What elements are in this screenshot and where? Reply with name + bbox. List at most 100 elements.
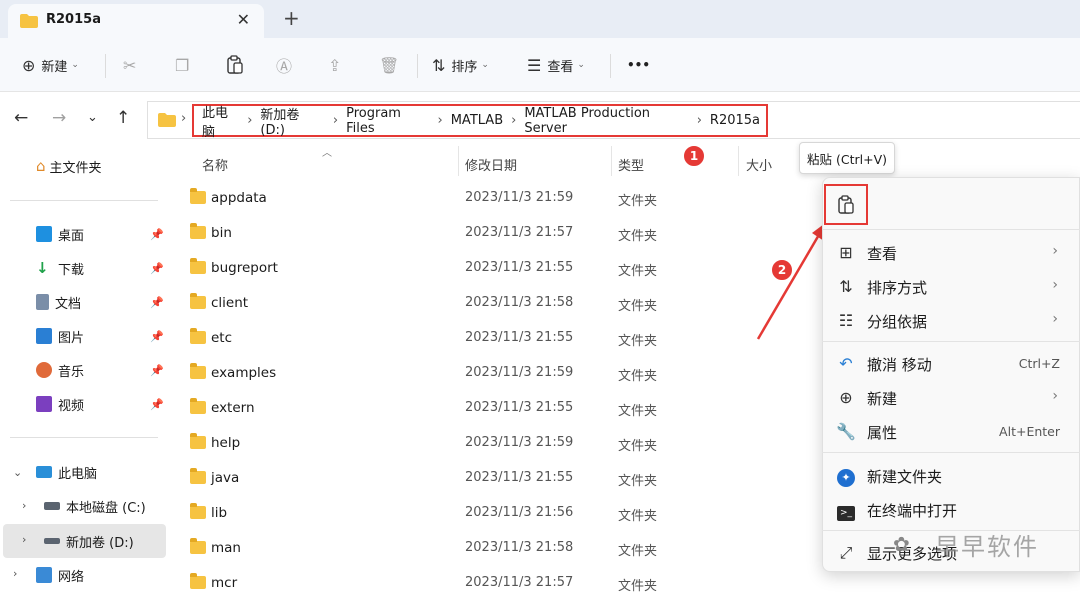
pin-icon[interactable]: 📌 — [150, 296, 164, 309]
paste-button[interactable] — [833, 192, 859, 218]
sort-button[interactable]: ⇅ 排序 ⌄ — [432, 54, 489, 76]
table-row[interactable]: bugreport 2023/11/3 21:55 文件夹 — [182, 251, 822, 286]
table-row[interactable]: man 2023/11/3 21:58 文件夹 — [182, 531, 822, 566]
sidebar-item-this-pc[interactable]: 此电脑 — [36, 459, 97, 485]
more-options-button[interactable]: ••• — [627, 54, 650, 76]
table-row[interactable]: help 2023/11/3 21:59 文件夹 — [182, 426, 822, 461]
clipboard-icon — [838, 195, 854, 214]
file-type: 文件夹 — [618, 229, 658, 244]
table-row[interactable]: bin 2023/11/3 21:57 文件夹 — [182, 216, 822, 251]
share-button[interactable]: ⇪ — [328, 54, 347, 76]
pin-icon[interactable]: 📌 — [150, 364, 164, 377]
back-arrow-icon[interactable]: ← — [14, 108, 28, 128]
chevron-right-icon[interactable]: › — [22, 499, 26, 512]
sidebar-item-label: 新加卷 (D:) — [66, 535, 134, 551]
file-name: lib — [211, 505, 228, 521]
menu-item-sort-by[interactable]: ⇅ 排序方式 › — [822, 269, 1080, 303]
grid-icon: ⊞ — [839, 243, 853, 262]
folder-icon — [20, 14, 38, 28]
pin-icon[interactable]: 📌 — [150, 398, 164, 411]
rename-button[interactable]: Ⓐ — [276, 54, 298, 76]
view-label: 查看 — [547, 59, 574, 75]
table-row[interactable]: etc 2023/11/3 21:55 文件夹 — [182, 321, 822, 356]
table-row[interactable]: appdata 2023/11/3 21:59 文件夹 — [182, 181, 822, 216]
sidebar-item-pictures[interactable]: 图片 — [36, 323, 84, 349]
folder-icon — [190, 293, 206, 309]
folder-icon — [190, 328, 206, 344]
menu-item-new[interactable]: ⊕ 新建 › — [822, 380, 1080, 414]
copy-button[interactable]: ❐ — [175, 54, 195, 76]
file-type: 文件夹 — [618, 264, 658, 279]
sidebar-item-drive-d[interactable]: 新加卷 (D:) — [44, 528, 134, 554]
view-button[interactable]: ☰ 查看 ⌄ — [527, 54, 585, 76]
pin-icon[interactable]: 📌 — [150, 262, 164, 275]
new-tab-button[interactable]: + — [283, 6, 300, 30]
pin-icon[interactable]: 📌 — [150, 228, 164, 241]
file-name: help — [211, 435, 241, 451]
crumb-matlab[interactable]: MATLAB — [445, 113, 509, 128]
file-type: 文件夹 — [618, 334, 658, 349]
chevron-right-icon[interactable]: › — [13, 567, 17, 580]
sidebar-item-drive-c[interactable]: 本地磁盘 (C:) — [44, 493, 146, 519]
drive-icon — [44, 502, 60, 510]
paste-toolbar-button[interactable] — [226, 54, 244, 76]
sidebar-item-desktop[interactable]: 桌面 — [36, 221, 84, 247]
table-row[interactable]: extern 2023/11/3 21:55 文件夹 — [182, 391, 822, 426]
tab-r2015a[interactable]: R2015a ✕ — [8, 4, 264, 38]
sidebar-item-music[interactable]: 音乐 — [36, 357, 84, 383]
folder-icon — [190, 258, 206, 274]
chevron-right-icon: › — [1052, 277, 1058, 293]
sidebar-item-videos[interactable]: 视频 — [36, 391, 84, 417]
view-lines-icon: ☰ — [527, 55, 542, 75]
up-arrow-icon[interactable]: ↑ — [116, 108, 130, 128]
file-name: man — [211, 540, 241, 556]
sidebar-item-downloads[interactable]: ↓ 下载 — [36, 255, 84, 281]
terminal-icon: >_ — [836, 500, 856, 521]
menu-item-new-folder[interactable]: ✦ 新建文件夹 — [822, 458, 1080, 492]
plus-circle-icon: ⊕ — [839, 388, 853, 407]
forward-arrow-icon[interactable]: → — [52, 108, 66, 128]
chevron-right-icon: › — [1052, 311, 1058, 327]
recent-chevron-icon[interactable]: ⌄ — [87, 110, 98, 125]
table-row[interactable]: lib 2023/11/3 21:56 文件夹 — [182, 496, 822, 531]
menu-item-group-by[interactable]: ☷ 分组依据 › — [822, 303, 1080, 337]
folder-icon — [190, 223, 206, 239]
menu-item-view[interactable]: ⊞ 查看 › — [822, 235, 1080, 269]
sidebar-item-network[interactable]: 网络 — [36, 562, 84, 588]
file-name: etc — [211, 330, 233, 346]
scissors-icon: ✂ — [123, 55, 137, 75]
folder-icon — [190, 503, 206, 519]
crumb-r2015a[interactable]: R2015a — [704, 113, 766, 128]
sidebar-item-home[interactable]: ⌂ 主文件夹 — [36, 153, 102, 179]
crumb-drive-d[interactable]: 新加卷 (D:) — [254, 104, 331, 138]
table-row[interactable]: java 2023/11/3 21:55 文件夹 — [182, 461, 822, 496]
chevron-right-icon[interactable]: › — [22, 533, 26, 546]
trash-icon: 🗑 — [379, 55, 400, 75]
cut-button[interactable]: ✂ — [123, 54, 142, 76]
breadcrumb-separator: › — [511, 113, 517, 128]
menu-item-open-terminal[interactable]: >_ 在终端中打开 — [822, 492, 1080, 526]
close-tab-icon[interactable]: ✕ — [237, 10, 250, 29]
table-row[interactable]: mcr 2023/11/3 21:57 文件夹 — [182, 566, 822, 595]
new-button[interactable]: ⊕ 新建 ⌄ — [22, 54, 79, 76]
pin-icon[interactable]: 📌 — [150, 330, 164, 343]
crumb-production-server[interactable]: MATLAB Production Server — [518, 106, 694, 136]
crumb-program-files[interactable]: Program Files — [340, 106, 435, 136]
paste-tooltip: 粘贴 (Ctrl+V) — [799, 142, 895, 174]
copy-icon: ❐ — [175, 55, 190, 75]
folder-icon — [190, 188, 206, 204]
table-row[interactable]: examples 2023/11/3 21:59 文件夹 — [182, 356, 822, 391]
table-row[interactable]: client 2023/11/3 21:58 文件夹 — [182, 286, 822, 321]
sidebar-item-label: 主文件夹 — [49, 160, 102, 176]
sidebar-item-documents[interactable]: 文档 — [36, 289, 81, 315]
expand-icon: ⤢ — [839, 543, 853, 562]
breadcrumb: 此电脑 › 新加卷 (D:) › Program Files › MATLAB … — [192, 102, 768, 140]
new-folder-icon: ✦ — [836, 466, 856, 487]
menu-item-properties[interactable]: 🔧 属性 Alt+Enter — [822, 414, 1080, 448]
delete-button[interactable]: 🗑 — [379, 54, 405, 76]
chevron-down-icon: ⌄ — [481, 60, 489, 70]
chevron-right-icon: › — [1052, 388, 1058, 404]
crumb-this-pc[interactable]: 此电脑 — [196, 102, 245, 140]
menu-item-undo-move[interactable]: ↶ 撤消 移动 Ctrl+Z — [822, 346, 1080, 380]
chevron-down-icon[interactable]: ⌄ — [13, 466, 22, 479]
